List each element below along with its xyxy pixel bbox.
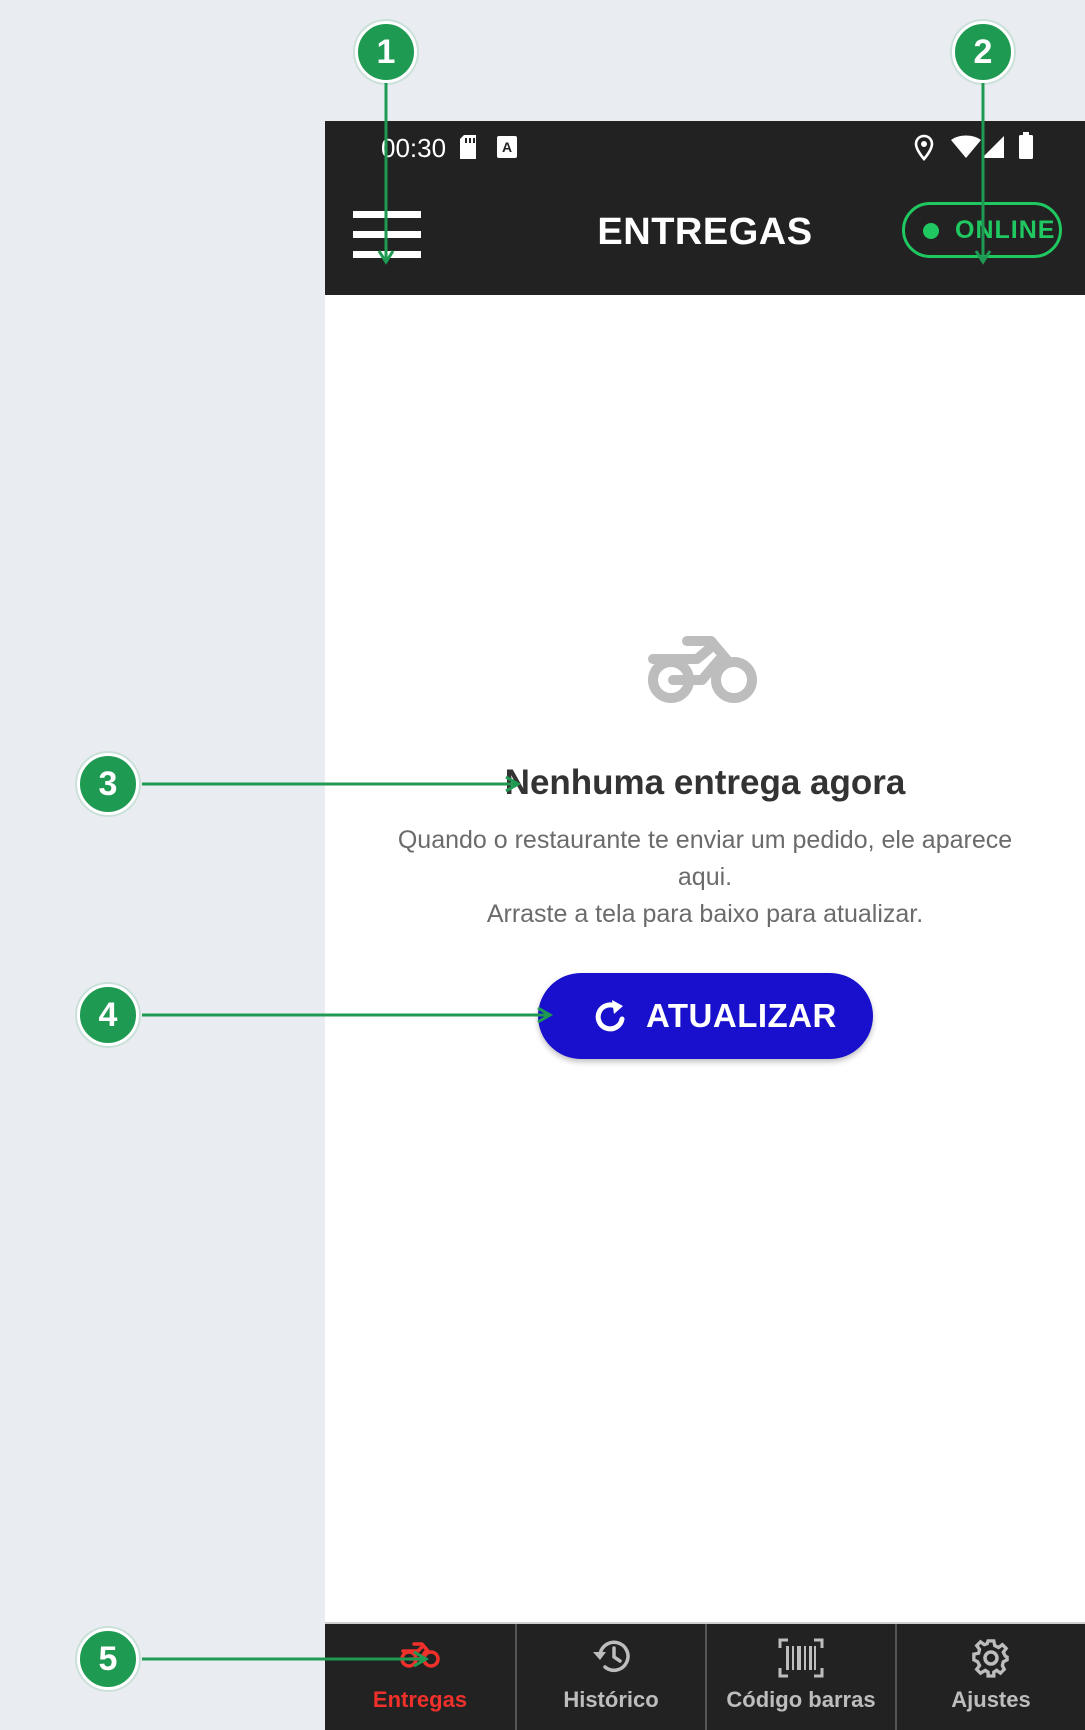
refresh-button[interactable]: ATUALIZAR — [538, 973, 873, 1059]
refresh-button-label: ATUALIZAR — [646, 997, 837, 1034]
nav-item-codigo-barras[interactable]: Código barras — [705, 1624, 895, 1730]
wifi-icon — [951, 135, 981, 158]
bottom-navigation: Entregas Histórico Código barras Ajustes — [325, 1622, 1085, 1730]
description-line: Arraste a tela para baixo para atualizar… — [486, 900, 924, 928]
sd-card-icon — [460, 135, 476, 159]
annotation-marker-4: 4 — [77, 984, 139, 1046]
status-bar: 00:30 A — [325, 121, 1085, 175]
svg-text:A: A — [502, 139, 512, 155]
online-status-label: ONLINE — [955, 216, 1056, 244]
annotation-marker-5: 5 — [77, 1628, 139, 1690]
gear-icon — [972, 1639, 1009, 1678]
keyboard-a-icon: A — [497, 136, 517, 158]
annotation-marker-1: 1 — [355, 21, 417, 83]
nav-item-entregas[interactable]: Entregas — [325, 1624, 515, 1730]
nav-item-label: Código barras — [726, 1687, 876, 1712]
phone-screen: 00:30 A ENTREGAS ONLINE Nenhuma entrega … — [325, 121, 1085, 1730]
refresh-icon — [595, 1000, 625, 1032]
motorbike-icon — [400, 1642, 440, 1668]
nav-item-ajustes[interactable]: Ajustes — [895, 1624, 1085, 1730]
status-time: 00:30 — [381, 133, 447, 163]
barcode-icon — [778, 1638, 824, 1678]
nav-item-label: Histórico — [563, 1687, 659, 1712]
battery-icon — [1019, 132, 1033, 159]
annotation-marker-2: 2 — [952, 21, 1014, 83]
history-icon — [593, 1640, 630, 1673]
nav-item-label: Ajustes — [951, 1687, 1031, 1712]
annotation-marker-3: 3 — [77, 753, 139, 815]
app-bar: ENTREGAS ONLINE — [325, 175, 1085, 295]
motorbike-icon — [648, 636, 757, 703]
description-line: Quando o restaurante te enviar um pedido… — [397, 826, 1013, 854]
nav-item-historico[interactable]: Histórico — [515, 1624, 705, 1730]
empty-state-description: Quando o restaurante te enviar um pedido… — [380, 822, 1030, 933]
online-dot-icon — [923, 223, 939, 239]
signal-icon — [982, 136, 1004, 158]
nav-item-label: Entregas — [372, 1687, 468, 1712]
description-line: aqui. — [677, 863, 733, 891]
location-icon — [914, 134, 934, 161]
online-status-toggle[interactable]: ONLINE — [902, 202, 1062, 258]
empty-state-title: Nenhuma entrega agora — [504, 763, 906, 802]
